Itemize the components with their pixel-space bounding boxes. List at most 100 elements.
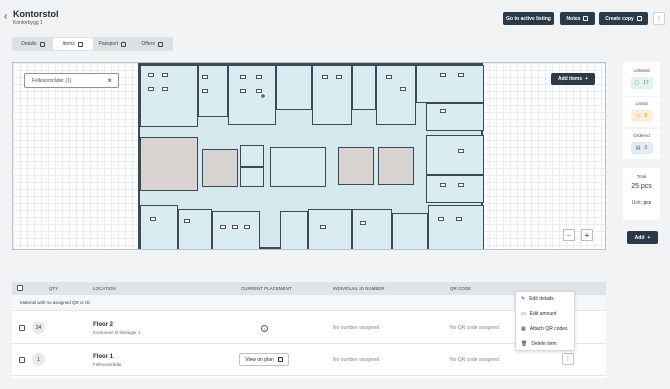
notes-button[interactable]: Notes <box>560 12 595 25</box>
info-icon[interactable]: i <box>261 325 268 332</box>
room[interactable] <box>392 213 428 249</box>
menu-item-edit-details[interactable]: ✎ Edit details <box>521 296 554 302</box>
desk <box>202 75 208 79</box>
room[interactable] <box>352 65 376 110</box>
room[interactable] <box>416 65 484 103</box>
desk <box>440 183 446 187</box>
room[interactable] <box>426 175 484 203</box>
row-more-button[interactable]: ⋮ <box>562 353 574 365</box>
passport-icon <box>121 41 127 47</box>
room[interactable] <box>280 211 308 249</box>
listed-stat: Listed ▭ 8 <box>623 97 660 127</box>
cube-icon: ▢ <box>634 80 640 86</box>
menu-item-edit-amount[interactable]: ▭ Edit amount <box>521 311 556 317</box>
room[interactable] <box>140 137 198 191</box>
room[interactable] <box>270 147 326 187</box>
desk <box>184 219 190 223</box>
trash-icon: 🗑 <box>521 341 528 347</box>
box-icon: ▭ <box>521 311 526 317</box>
view-on-plan-button[interactable]: View on plan <box>239 353 289 366</box>
clipboard-icon: ▤ <box>635 145 641 151</box>
room[interactable] <box>240 167 264 187</box>
desk <box>458 149 464 153</box>
floor-plan-drawing <box>138 63 484 249</box>
room[interactable] <box>426 103 484 131</box>
desk <box>150 217 156 221</box>
box-icon: ▭ <box>635 113 641 119</box>
room[interactable] <box>308 209 352 249</box>
tab-details[interactable]: Details <box>13 38 53 50</box>
room[interactable] <box>202 149 238 187</box>
back-arrow-icon[interactable]: ‹ <box>4 11 7 22</box>
desk <box>458 73 464 77</box>
desk <box>440 73 446 77</box>
more-options-button[interactable]: ⋮ <box>653 12 665 25</box>
copy-icon <box>636 16 642 21</box>
document-icon <box>39 41 45 47</box>
add-button[interactable]: Add + <box>627 231 658 244</box>
note-icon <box>583 16 589 21</box>
desk <box>244 225 250 229</box>
total-stat: Total 25 pcs Unit: pcs <box>623 168 660 220</box>
create-copy-button[interactable]: Create copy <box>599 12 648 25</box>
room[interactable] <box>276 65 312 110</box>
map-icon <box>277 357 283 362</box>
select-all-checkbox[interactable] <box>17 285 23 291</box>
room[interactable] <box>312 65 352 125</box>
desk <box>232 225 238 229</box>
grid-icon <box>77 41 83 47</box>
page-header: ‹ Kontorstol Kontorbygg 1 Go to active l… <box>0 0 670 34</box>
room[interactable] <box>338 147 374 185</box>
search-input[interactable]: Fellesområder (1) × <box>24 73 119 88</box>
room[interactable] <box>426 135 484 175</box>
tab-passport[interactable]: Passport <box>93 38 133 50</box>
desk <box>240 89 246 93</box>
tab-bar: Details Items Passport Offers <box>12 37 173 51</box>
desk <box>438 217 444 221</box>
row-checkbox[interactable] <box>19 357 25 363</box>
room[interactable] <box>240 145 264 167</box>
menu-item-attach-qr[interactable]: ▦ Attach QR codes <box>521 326 568 332</box>
desk <box>458 183 464 187</box>
menu-item-delete[interactable]: 🗑 Delete item <box>521 341 557 347</box>
offers-icon <box>157 41 163 47</box>
room[interactable] <box>378 147 414 185</box>
room[interactable] <box>352 209 392 249</box>
desk <box>240 75 246 79</box>
desk <box>220 225 226 229</box>
desk <box>456 217 462 221</box>
tab-offers[interactable]: Offers <box>132 38 172 50</box>
desk <box>386 75 392 79</box>
pencil-icon: ✎ <box>521 296 526 302</box>
room[interactable] <box>228 65 276 125</box>
room[interactable] <box>178 209 212 249</box>
clear-icon[interactable]: × <box>107 76 112 85</box>
tab-items[interactable]: Items <box>52 38 93 50</box>
desk <box>322 75 328 79</box>
desk <box>256 75 262 79</box>
plus-icon: + <box>585 76 589 82</box>
row-checkbox[interactable] <box>19 325 25 331</box>
add-items-button[interactable]: Add items + <box>551 73 595 85</box>
room[interactable] <box>212 211 260 249</box>
desk <box>360 221 366 225</box>
page-subtitle: Kontorbygg 1 <box>13 20 43 26</box>
zoom-out-button[interactable]: − <box>563 229 575 241</box>
ordered-stat: Ordered ▤ 0 <box>623 129 660 159</box>
go-to-active-listing-button[interactable]: Go to active listing <box>503 12 554 25</box>
floor-plan-viewer[interactable]: Fellesområder (1) × Add items + − + <box>12 62 606 250</box>
page-title: Kontorstol <box>13 9 59 19</box>
desk <box>336 75 342 79</box>
desk <box>162 73 168 77</box>
room[interactable] <box>140 205 178 249</box>
desk <box>202 89 208 93</box>
desk <box>440 109 446 113</box>
item-location-marker[interactable] <box>260 93 266 99</box>
room[interactable] <box>428 205 484 249</box>
room[interactable] <box>376 65 416 125</box>
desk <box>400 87 406 91</box>
zoom-in-button[interactable]: + <box>581 229 593 241</box>
qr-icon: ▦ <box>521 326 526 332</box>
plus-icon: + <box>647 234 651 241</box>
desk <box>162 87 168 91</box>
